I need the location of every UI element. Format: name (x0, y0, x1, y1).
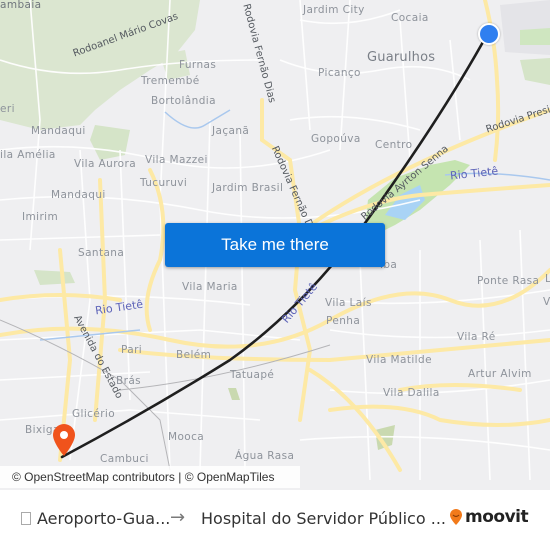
map-label: Brás (116, 375, 142, 387)
map-label: ambaia (0, 0, 42, 11)
map-label: Cocaia (391, 12, 429, 24)
arrow-right-icon: → (170, 507, 186, 528)
moovit-logo[interactable]: moovit (449, 507, 529, 527)
map-label: Vila Maria (182, 281, 238, 293)
map-label: eri (0, 103, 15, 115)
map-label: Glicério (72, 408, 116, 420)
park-area (228, 388, 240, 400)
map-label: Mooca (168, 431, 205, 443)
brand-name: moovit (465, 507, 529, 527)
map-label: L (545, 273, 550, 285)
map-label: Ponte Rasa (477, 275, 540, 287)
map-label: Imirim (22, 211, 59, 223)
map-label: Cambuci (100, 453, 149, 465)
origin-name: Aeroporto-Gua... (37, 509, 171, 528)
map-label: Jardim Brasil (212, 182, 284, 194)
map-label: Belém (176, 349, 212, 361)
map-label: Gopoúva (311, 133, 361, 145)
map-label: Mandaqui (31, 125, 86, 137)
destination-pin-icon[interactable] (51, 423, 77, 457)
map-label: Artur Alvim (468, 368, 532, 380)
map-label: Tremembé (141, 75, 200, 87)
map-label: Tucuruvi (140, 177, 188, 189)
map-label: Tatuapé (230, 369, 275, 381)
destination-name: Hospital do Servidor Público ... (201, 509, 446, 528)
map-label: Mandaqui (51, 189, 106, 201)
map-label: Vila Dalila (383, 387, 440, 399)
map-label: Penha (326, 315, 361, 327)
map-label: Vila Ré (457, 331, 496, 343)
map-label: Furnas (179, 59, 217, 71)
map-label: Pari (121, 344, 143, 356)
map-label: Água Rasa (235, 450, 295, 462)
airport-area (500, 0, 550, 55)
map-label: Santana (78, 247, 125, 259)
map-label: Vila Laís (325, 297, 372, 309)
map-label: Vila Mazzei (145, 154, 208, 166)
park-area (520, 28, 550, 45)
map-label: Vila Matilde (366, 354, 432, 366)
city-label: Guarulhos (367, 50, 436, 65)
map-label: Vila Aurora (74, 158, 137, 170)
map-label: V (543, 296, 550, 308)
park-area (34, 270, 75, 285)
map-label: Picanço (318, 67, 361, 79)
map-label: ila Amélia (0, 149, 56, 161)
map-label: Centro (375, 139, 413, 151)
map-label: Jaçanã (212, 125, 250, 137)
take-me-there-button[interactable]: Take me there (165, 223, 385, 267)
moovit-pin-icon (450, 509, 462, 525)
map-label: Bortolândia (151, 95, 216, 107)
map-attribution[interactable]: © OpenStreetMap contributors | © OpenMap… (0, 466, 300, 488)
origin-marker[interactable] (478, 23, 500, 45)
park-area (520, 58, 550, 85)
bus-stop-icon (21, 512, 31, 525)
forest-area (90, 125, 130, 160)
map-label: Jardim City (303, 4, 365, 16)
map[interactable]: ambaia Rodoanel Mário Covas Furnas Treme… (0, 0, 550, 490)
